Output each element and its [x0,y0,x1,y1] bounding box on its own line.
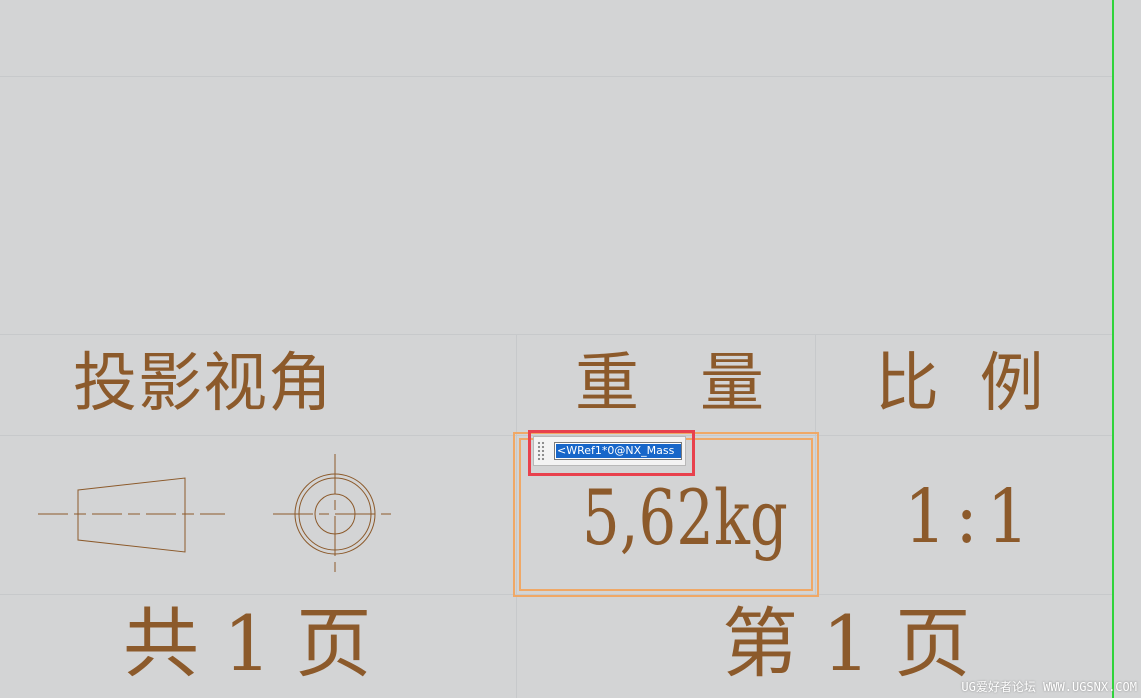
weight-value[interactable]: 5,62kg [582,480,788,556]
grid-line-top [0,76,1112,77]
scale-value: 1:1 [904,474,1039,560]
grid-line-title-top [0,334,1112,335]
forum-watermark: UG爱好者论坛 WWW.UGSNX.COM [961,680,1137,694]
drag-grip-icon[interactable] [537,441,545,461]
drawing-border-right [1112,0,1114,698]
first-angle-projection-icon [38,454,397,572]
expression-input[interactable]: <WRef1*0@NX_Mass [554,442,682,460]
inline-text-editor[interactable]: <WRef1*0@NX_Mass [533,436,686,466]
total-sheets-label: 共 1 页 [123,599,372,688]
weight-heading: 重 量 [575,347,765,421]
projection-heading: 投影视角 [73,347,333,421]
sheet-number-label: 第 1 页 [722,599,971,688]
scale-heading: 比 例 [875,347,1044,421]
selected-expression-text[interactable]: <WRef1*0@NX_Mass [556,444,681,458]
